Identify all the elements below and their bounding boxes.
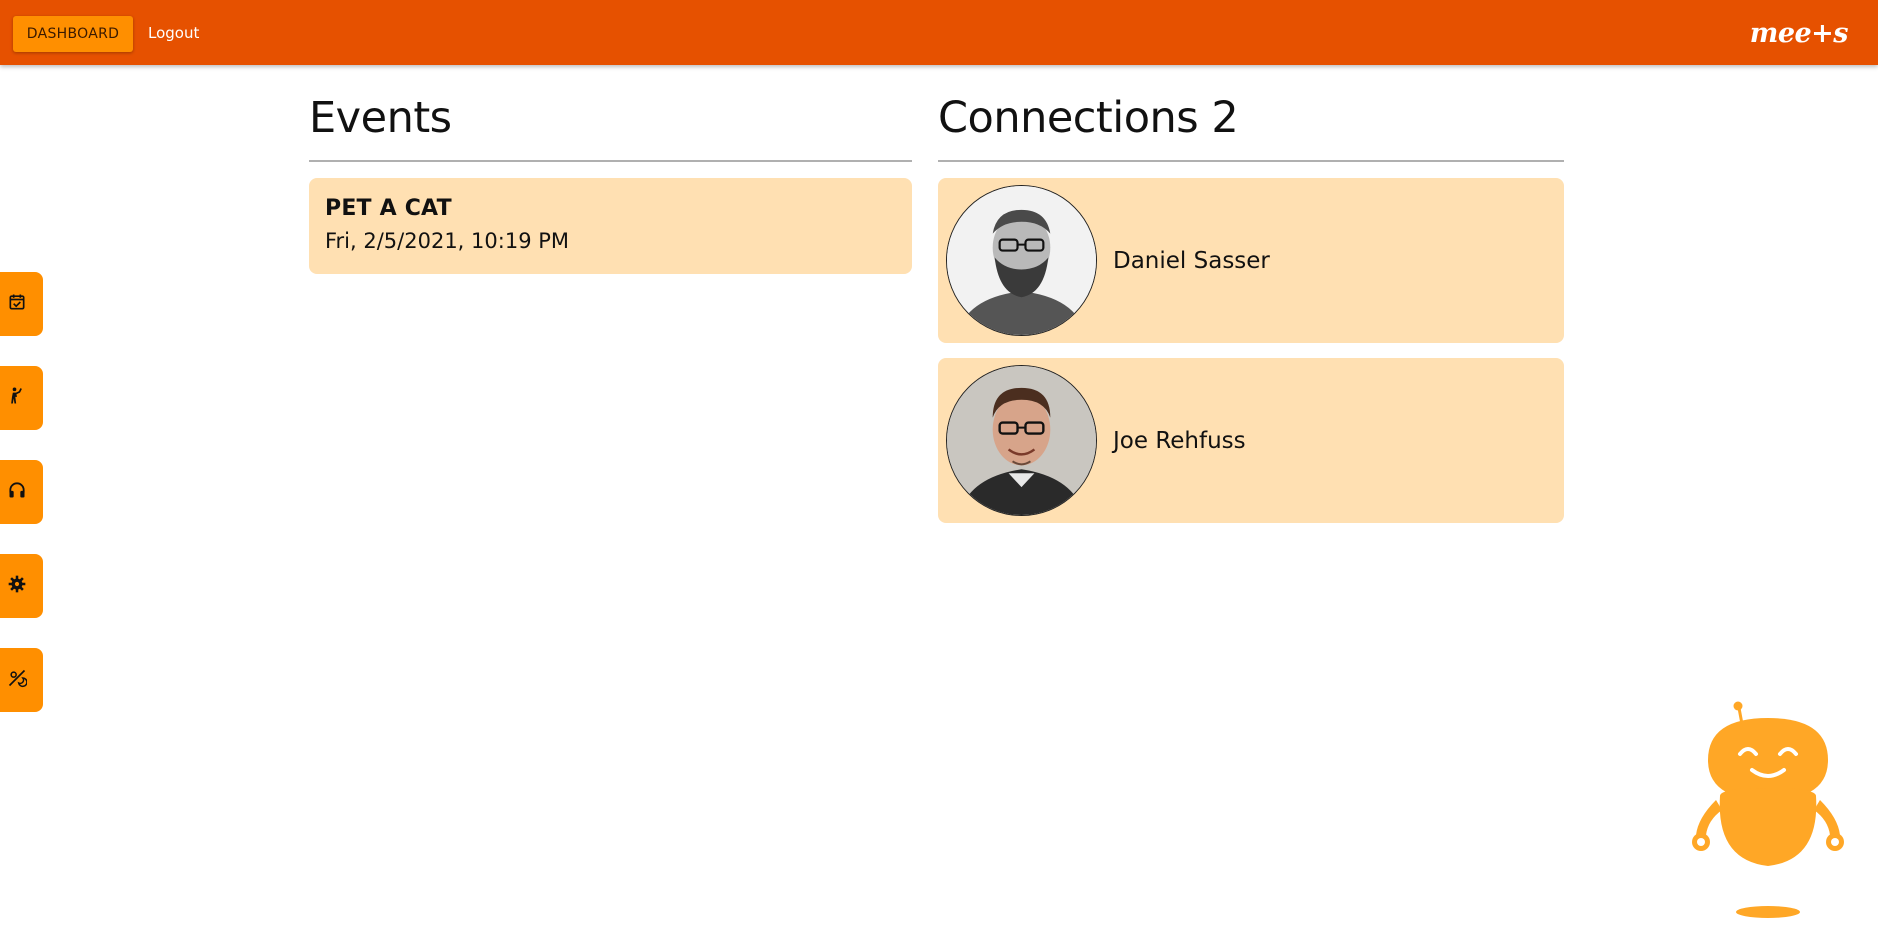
calendar-check-icon bbox=[9, 292, 27, 316]
event-date: Fri, 2/5/2021, 10:19 PM bbox=[325, 229, 570, 253]
event-card[interactable]: PET A CAT Fri, 2/5/2021, 10:19 PM bbox=[309, 178, 912, 274]
sidebar-settings-button[interactable] bbox=[0, 554, 43, 618]
top-app-bar: DASHBOARD Logout mee+s bbox=[0, 0, 1878, 65]
person-waving-icon bbox=[10, 386, 27, 410]
brand-logo[interactable]: mee+s bbox=[1750, 18, 1849, 49]
events-heading: Events bbox=[309, 93, 452, 143]
sidebar-theme-button[interactable] bbox=[0, 648, 43, 712]
connections-heading: Connections 2 bbox=[938, 93, 1239, 143]
gear-icon bbox=[8, 574, 27, 598]
avatar bbox=[946, 365, 1097, 516]
dashboard-button[interactable]: DASHBOARD bbox=[13, 16, 133, 52]
logout-link[interactable]: Logout bbox=[148, 24, 199, 42]
event-name: PET A CAT bbox=[325, 196, 452, 221]
connection-name: Joe Rehfuss bbox=[1113, 427, 1246, 454]
connection-card[interactable]: Joe Rehfuss bbox=[938, 358, 1564, 523]
robot-mascot[interactable] bbox=[1690, 700, 1845, 920]
theme-toggle-icon bbox=[8, 668, 28, 692]
connection-name: Daniel Sasser bbox=[1113, 247, 1270, 274]
sidebar-events-button[interactable] bbox=[0, 272, 43, 336]
events-divider bbox=[309, 160, 912, 162]
connections-divider bbox=[938, 160, 1564, 162]
connection-card[interactable]: Daniel Sasser bbox=[938, 178, 1564, 343]
avatar bbox=[946, 185, 1097, 336]
sidebar-support-button[interactable] bbox=[0, 460, 43, 524]
sidebar-people-button[interactable] bbox=[0, 366, 43, 430]
headphones-icon bbox=[8, 480, 27, 504]
